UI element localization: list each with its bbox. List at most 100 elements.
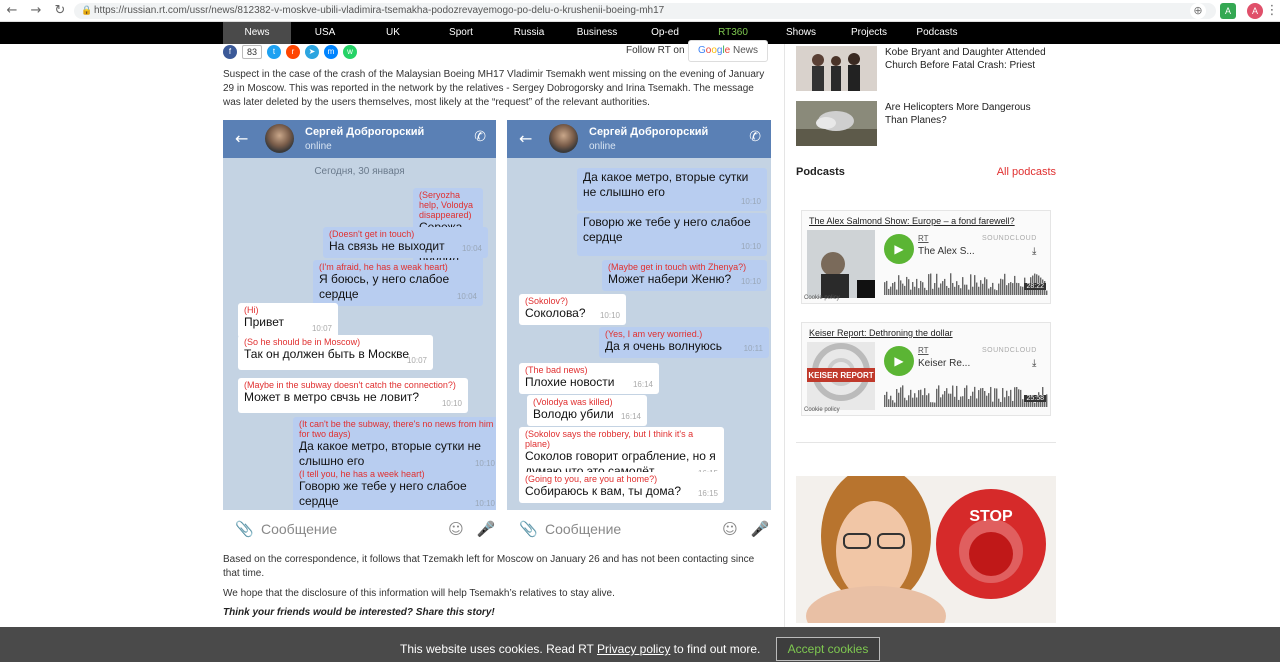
nav-item-projects[interactable]: Projects <box>835 22 903 44</box>
podcast-title[interactable]: The Alex Salmond Show: Europe – a fond f… <box>809 216 1015 226</box>
chat-header: ← Сергей Доброгорский online ✆ <box>223 120 496 158</box>
privacy-policy-link[interactable]: Privacy policy <box>597 642 670 656</box>
translate-icon[interactable]: A <box>1220 3 1236 19</box>
emoji-icon: ☺ <box>722 520 738 538</box>
phone-icon: ✆ <box>749 129 761 145</box>
back-arrow-icon[interactable]: ← <box>0 3 24 18</box>
menu-dots-icon[interactable]: ⋮ <box>1260 3 1280 18</box>
waveform-bar <box>974 386 976 407</box>
podcast-author[interactable]: RT <box>918 234 929 243</box>
play-button[interactable]: ▶ <box>884 346 914 376</box>
waveform-bar <box>964 284 966 295</box>
nav-item-russia[interactable]: Russia <box>495 22 563 44</box>
nav-item-business[interactable]: Business <box>563 22 631 44</box>
play-button[interactable]: ▶ <box>884 234 914 264</box>
waveform-bar <box>886 280 888 295</box>
chat-message-incoming: (So he should be in Moscow) Так он должен… <box>238 335 433 370</box>
related-story[interactable]: Are Helicopters More Dangerous Than Plan… <box>796 101 1053 146</box>
translation-note: (Going to you, are you at home?) <box>525 474 658 484</box>
gn-letter: News <box>730 45 759 56</box>
accept-cookies-button[interactable]: Accept cookies <box>776 637 880 661</box>
gn-letter: G <box>697 45 706 56</box>
waveform-bar <box>1012 400 1014 407</box>
waveform-bar <box>946 388 948 407</box>
chat-screenshot-left: ← Сергей Доброгорский online ✆ Сегодня, … <box>223 120 496 510</box>
message-text: Говорю же тебе у него слабое сердце <box>583 215 751 244</box>
translation-note: (Seryozha help, Volodya disappeared) <box>419 190 474 220</box>
message-placeholder: Сообщение <box>261 521 338 537</box>
waveform-bar <box>898 275 900 295</box>
waveform-bar <box>1006 390 1008 407</box>
all-podcasts-link[interactable]: All podcasts <box>997 166 1056 178</box>
advertisement[interactable]: STOP <box>796 476 1056 623</box>
nav-item-news[interactable]: News <box>223 22 291 44</box>
messenger-icon[interactable]: m <box>324 45 339 59</box>
waveform-bar <box>990 386 992 407</box>
podcasts-heading: Podcasts All podcasts <box>796 166 1056 178</box>
address-bar[interactable]: 🔒 https://russian.rt.com/ussr/news/812382… <box>74 3 1216 19</box>
waveform-bar <box>994 388 996 407</box>
waveform-bar <box>1024 402 1026 407</box>
lock-icon: 🔒 <box>81 6 93 16</box>
waveform-bar <box>976 282 978 295</box>
extension-icon[interactable]: ⊕ <box>1190 3 1206 19</box>
nav-item-podcasts[interactable]: Podcasts <box>903 22 971 44</box>
chat-message-incoming: (Maybe in the subway doesn't catch the c… <box>238 378 468 413</box>
nav-item-sport[interactable]: Sport <box>427 22 495 44</box>
telegram-icon[interactable]: ➤ <box>305 45 320 59</box>
soundcloud-logo: SOUNDCLOUD <box>982 347 1037 354</box>
waveform-bar <box>996 388 998 407</box>
related-story[interactable]: Kobe Bryant and Daughter Attended Church… <box>796 46 1053 91</box>
waveform-bar <box>990 286 992 295</box>
waveform-bar <box>922 282 924 295</box>
message-text: Так он должен быть в Москве <box>244 347 410 361</box>
podcast-player: Keiser Report: Dethroning the dollar KEI… <box>801 322 1051 416</box>
waveform[interactable] <box>884 380 1048 407</box>
message-time: 10:07 <box>406 356 427 365</box>
google-news-button[interactable]: Google News <box>688 40 768 62</box>
whatsapp-icon[interactable]: w <box>343 45 358 59</box>
waveform-bar <box>994 289 996 295</box>
emoji-icon: ☺ <box>448 520 464 538</box>
waveform-bar <box>934 283 936 295</box>
waveform-bar <box>928 393 930 407</box>
cookie-text: This website uses cookies. Read RT <box>400 642 597 656</box>
message-text: Да какое метро, вторые сутки не слышно е… <box>583 170 749 199</box>
related-title[interactable]: Kobe Bryant and Daughter Attended Church… <box>885 46 1053 91</box>
waveform-bar <box>884 282 886 295</box>
waveform-bar <box>910 389 912 407</box>
waveform-bar <box>938 287 940 295</box>
related-title[interactable]: Are Helicopters More Dangerous Than Plan… <box>885 101 1053 146</box>
nav-item-uk[interactable]: UK <box>359 22 427 44</box>
download-icon[interactable]: ⤓ <box>1032 246 1036 257</box>
podcast-artwork <box>807 230 875 298</box>
nav-item-shows[interactable]: Shows <box>767 22 835 44</box>
waveform-bar <box>912 282 914 295</box>
waveform-bar <box>1018 389 1020 407</box>
podcast-author[interactable]: RT <box>918 346 929 355</box>
podcast-title[interactable]: Keiser Report: Dethroning the dollar <box>809 328 953 338</box>
reload-icon[interactable]: ↻ <box>48 3 72 18</box>
reddit-icon[interactable]: r <box>286 45 301 59</box>
twitter-icon[interactable]: t <box>267 45 282 59</box>
waveform[interactable] <box>884 268 1048 295</box>
waveform-bar <box>1008 283 1010 295</box>
waveform-bar <box>894 281 896 295</box>
waveform-bar <box>992 401 994 407</box>
waveform-bar <box>930 402 932 407</box>
download-icon[interactable]: ⤓ <box>1032 358 1036 369</box>
waveform-bar <box>896 389 898 407</box>
nav-item-usa[interactable]: USA <box>291 22 359 44</box>
cookie-policy-link[interactable]: Cookie policy <box>804 295 840 301</box>
waveform-bar <box>978 390 980 407</box>
waveform-bar <box>968 399 970 407</box>
waveform-bar <box>926 395 928 407</box>
waveform-bar <box>984 391 986 407</box>
forward-arrow-icon[interactable]: → <box>24 3 48 18</box>
cookie-policy-link[interactable]: Cookie policy <box>804 407 840 413</box>
facebook-icon[interactable]: f <box>223 45 237 59</box>
date-divider: Сегодня, 30 января <box>314 166 405 177</box>
waveform-bar <box>904 285 906 295</box>
waveform-bar <box>936 388 938 407</box>
ad-image: STOP <box>796 476 1056 623</box>
